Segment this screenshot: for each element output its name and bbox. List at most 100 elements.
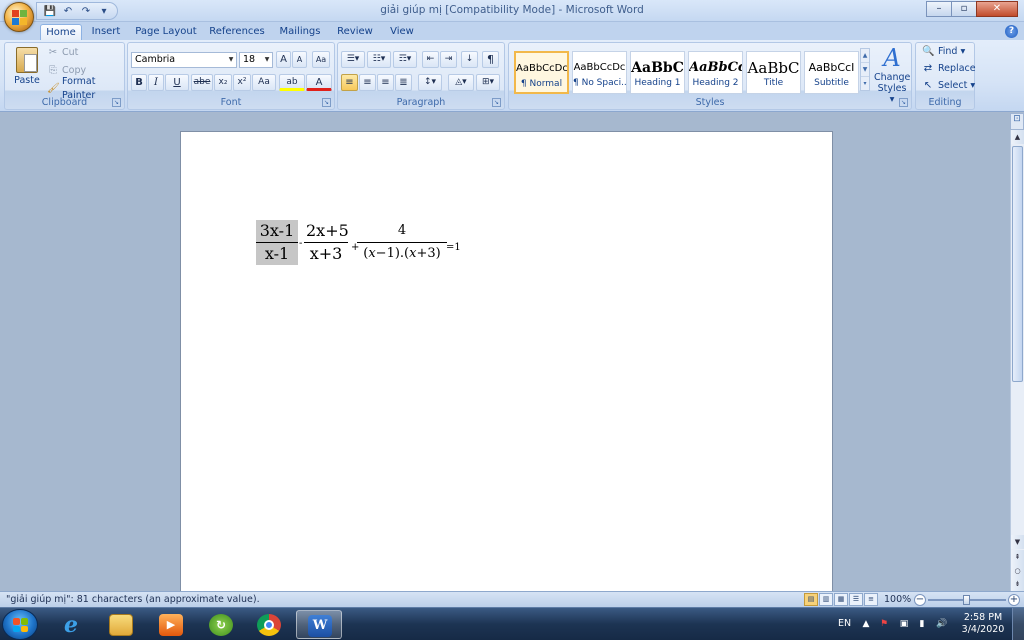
close-button[interactable]: ✕ [976,1,1018,17]
underline-button[interactable]: U [165,74,189,91]
maximize-button[interactable]: ▫ [951,1,977,17]
align-center-button[interactable]: ≡ [359,74,376,91]
zoom-slider-thumb[interactable] [963,595,970,605]
align-center-icon: ≡ [363,77,372,88]
multilevel-list-button[interactable]: ☶▾ [393,51,417,68]
sort-button[interactable]: ↓ [461,51,478,68]
style-no-spacing[interactable]: AaBbCcDc ¶ No Spaci... [572,51,627,94]
fraction-2[interactable]: 2x+5 x+3 [304,220,349,265]
tab-insert[interactable]: Insert [86,24,126,41]
print-layout-icon[interactable]: ▤ [804,593,818,606]
show-hidden-icons-icon[interactable]: ▲ [860,619,872,630]
next-page-icon[interactable]: ⇟ [1011,577,1024,591]
minimize-button[interactable]: – [926,1,952,17]
language-indicator[interactable]: EN [838,618,851,629]
decrease-indent-button[interactable]: ⇤ [422,51,439,68]
taskbar-internet-explorer[interactable]: e [48,610,94,639]
find-button[interactable]: 🔍 Find ▾ [922,44,965,60]
superscript-button[interactable]: x² [233,74,251,91]
help-icon[interactable]: ? [1005,25,1018,38]
styles-gallery-scroll[interactable]: ▲ ▼ ▾ [860,48,870,91]
style-sample: AaBbC [747,59,800,77]
tab-page-layout[interactable]: Page Layout [132,24,200,41]
style-normal[interactable]: AaBbCcDc ¶ Normal [514,51,569,94]
highlight-button[interactable]: ab [279,74,305,91]
more-icon[interactable]: ▾ [861,77,869,91]
strikethrough-button[interactable]: abe [191,74,213,91]
style-heading-1[interactable]: AaBbC Heading 1 [630,51,685,94]
increase-indent-button[interactable]: ⇥ [440,51,457,68]
network-signal-icon[interactable]: ▮ [916,619,928,630]
clear-formatting-button[interactable]: Aa [312,51,330,68]
chevron-down-icon[interactable]: ▼ [861,63,869,77]
view-ruler-icon[interactable]: ⊡ [1010,113,1024,130]
office-button[interactable] [4,2,34,32]
document-page[interactable]: 3x-1 x-1 - 2x+5 x+3 + 4 (𝑥−1).(𝑥+3) =1 [180,131,833,591]
office-logo-icon [12,10,27,25]
replace-button[interactable]: ⇄ Replace [922,61,976,77]
taskbar-file-explorer[interactable] [98,610,144,639]
taskbar-word[interactable]: W [296,610,342,639]
justify-button[interactable]: ≣ [395,74,412,91]
action-center-flag-icon[interactable]: ⚑ [878,619,890,630]
style-title[interactable]: AaBbC Title [746,51,801,94]
paragraph-launcher-icon[interactable]: ↘ [492,98,501,107]
zoom-in-icon[interactable]: + [1008,594,1020,606]
zoom-level[interactable]: 100% [884,593,911,607]
italic-button[interactable]: I [148,74,164,91]
draft-icon[interactable]: ≡ [864,593,878,606]
outline-icon[interactable]: ☰ [849,593,863,606]
select-button[interactable]: ↖ Select ▾ [922,78,975,94]
select-browse-object-icon[interactable]: ○ [1011,564,1024,578]
zoom-out-icon[interactable]: − [914,594,926,606]
start-button[interactable] [2,609,38,640]
clock[interactable]: 2:58 PM 3/4/2020 [958,612,1008,636]
bullets-button[interactable]: ☰▾ [341,51,365,68]
taskbar-coccoc[interactable]: ↻ [198,610,244,639]
style-subtitle[interactable]: AaBbCcI Subtitle [804,51,859,94]
borders-button[interactable]: ⊞▾ [476,74,500,91]
font-launcher-icon[interactable]: ↘ [322,98,331,107]
shrink-font-button[interactable]: A [292,51,307,68]
format-painter-button[interactable]: 🖌 Format Painter [47,76,124,101]
device-icon[interactable]: ▣ [898,619,910,630]
change-styles-button[interactable]: A Change Styles ▾ [874,44,910,105]
font-family-select[interactable]: Cambria ▼ [131,52,237,68]
full-screen-reading-icon[interactable]: ▥ [819,593,833,606]
clipboard-group-label: Clipboard [41,97,88,108]
style-heading-2[interactable]: AaBbCc Heading 2 [688,51,743,94]
line-spacing-button[interactable]: ↕▾ [418,74,442,91]
align-left-button[interactable]: ≡ [341,74,358,91]
chevron-up-icon[interactable]: ▲ [861,49,869,63]
vertical-scrollbar[interactable]: ▲ ▼ ⇞ ○ ⇟ [1010,130,1024,591]
scroll-up-icon[interactable]: ▲ [1011,130,1024,144]
scroll-down-icon[interactable]: ▼ [1011,535,1024,549]
tab-view[interactable]: View [384,24,420,41]
taskbar-media-player[interactable]: ▶ [148,610,194,639]
previous-page-icon[interactable]: ⇞ [1011,550,1024,564]
bold-button[interactable]: B [131,74,147,91]
clipboard-launcher-icon[interactable]: ↘ [112,98,121,107]
numbering-button[interactable]: ☷▾ [367,51,391,68]
scrollbar-thumb[interactable] [1012,146,1023,382]
show-desktop-button[interactable] [1012,608,1024,640]
tab-home[interactable]: Home [40,24,82,41]
change-case-button[interactable]: Aa [252,74,276,91]
paste-button[interactable]: Paste [11,47,43,86]
font-color-button[interactable]: A [306,74,332,91]
cut-button[interactable]: ✂ Cut [47,46,79,60]
fraction-1[interactable]: 3x-1 x-1 [256,220,298,265]
tab-references[interactable]: References [206,24,268,41]
web-layout-icon[interactable]: ▦ [834,593,848,606]
fraction-3[interactable]: 4 (𝑥−1).(𝑥+3) [357,220,447,265]
taskbar-chrome[interactable] [246,610,292,639]
tab-review[interactable]: Review [332,24,378,41]
shading-button[interactable]: ◬▾ [448,74,474,91]
show-hide-button[interactable]: ¶ [482,51,499,68]
tab-mailings[interactable]: Mailings [274,24,326,41]
grow-font-button[interactable]: A [276,51,291,68]
align-right-button[interactable]: ≡ [377,74,394,91]
subscript-button[interactable]: x₂ [214,74,232,91]
font-size-select[interactable]: 18 ▼ [239,52,273,68]
volume-icon[interactable]: 🔊 [936,619,948,630]
